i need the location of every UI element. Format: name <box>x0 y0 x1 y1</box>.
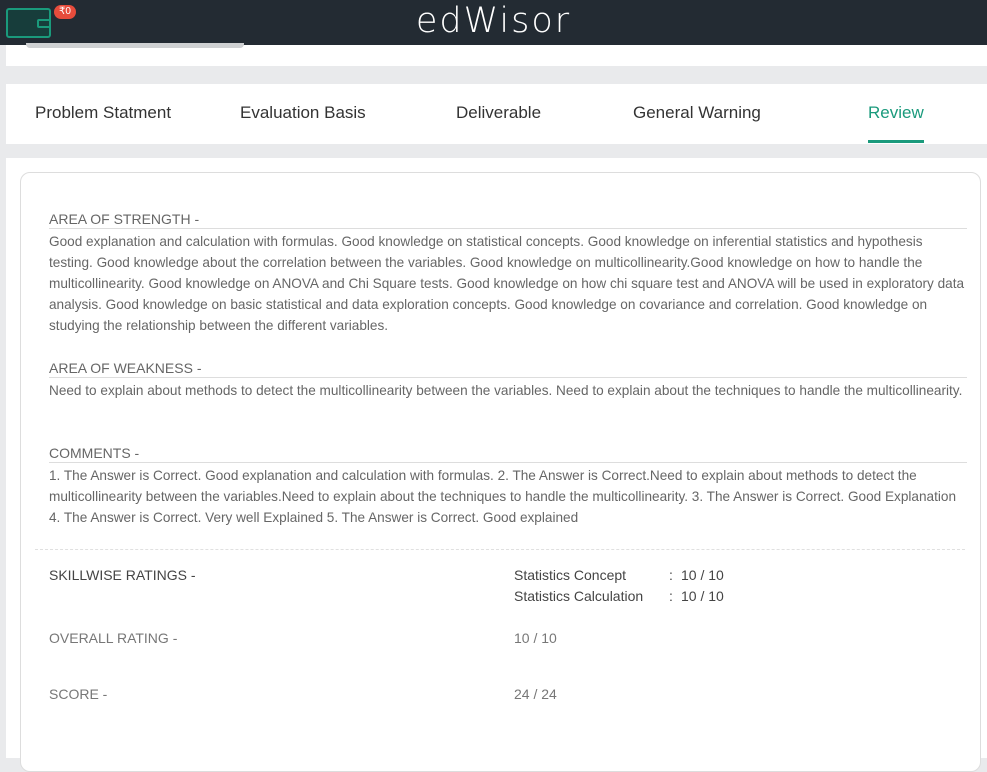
strength-section: AREA OF STRENGTH - Good explanation and … <box>49 209 967 336</box>
header-strip <box>6 45 987 66</box>
divider <box>35 549 965 550</box>
weakness-text: Need to explain about methods to detect … <box>49 383 963 398</box>
skill-name: Statistics Calculation <box>514 588 644 604</box>
comments-section: COMMENTS - 1. The Answer is Correct. Goo… <box>49 443 967 528</box>
top-navbar: edWisor ₹0 <box>0 0 987 45</box>
tab-general-warning[interactable]: General Warning <box>633 84 761 144</box>
skill-value: 10 / 10 <box>681 567 724 583</box>
weakness-heading: AREA OF WEAKNESS - <box>49 358 967 378</box>
skill-separator: : <box>669 567 673 583</box>
comments-heading: COMMENTS - <box>49 443 967 463</box>
skill-name: Statistics Concept <box>514 567 627 583</box>
wallet-icon[interactable] <box>6 8 51 38</box>
skill-separator: : <box>669 588 673 604</box>
search-box-edge <box>26 43 244 48</box>
project-tabs: Problem Statment Evaluation Basis Delive… <box>6 84 987 144</box>
review-panel: AREA OF STRENGTH - Good explanation and … <box>6 158 987 772</box>
tab-evaluation-basis[interactable]: Evaluation Basis <box>240 84 366 144</box>
tab-review[interactable]: Review <box>868 84 924 144</box>
weakness-section: AREA OF WEAKNESS - Need to explain about… <box>49 358 967 401</box>
tab-deliverable[interactable]: Deliverable <box>456 84 541 144</box>
strength-text: Good explanation and calculation with fo… <box>49 234 965 333</box>
skillwise-label: SKILLWISE RATINGS - <box>49 567 196 583</box>
strength-heading: AREA OF STRENGTH - <box>49 209 967 229</box>
score-label: SCORE - <box>49 686 108 702</box>
edwisor-logo[interactable]: edWisor <box>0 0 987 45</box>
score-value: 24 / 24 <box>514 686 557 702</box>
overall-rating-value: 10 / 10 <box>514 630 557 646</box>
skill-value: 10 / 10 <box>681 588 724 604</box>
tab-problem-statement[interactable]: Problem Statment <box>35 84 171 144</box>
wallet-balance-badge: ₹0 <box>54 5 76 19</box>
comments-text: 1. The Answer is Correct. Good explanati… <box>49 468 957 525</box>
overall-rating-label: OVERALL RATING - <box>49 630 178 646</box>
review-card: AREA OF STRENGTH - Good explanation and … <box>20 172 981 772</box>
